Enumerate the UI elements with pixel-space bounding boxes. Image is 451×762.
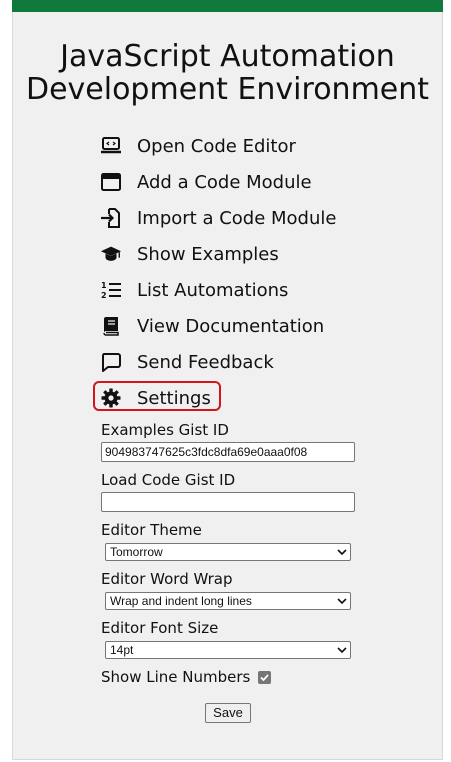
menu-item-label: Send Feedback — [137, 351, 274, 373]
editor-theme-value: Tomorrow — [110, 545, 163, 559]
title-line-2: Development Environment — [25, 72, 430, 107]
page-title: JavaScript Automation Development Enviro… — [12, 40, 443, 106]
word-wrap-group: Editor Word Wrap Wrap and indent long li… — [101, 569, 361, 610]
menu-item-send-feedback[interactable]: Send Feedback — [100, 344, 400, 380]
menu-item-label: Show Examples — [137, 243, 279, 265]
menu-item-label: Open Code Editor — [137, 135, 296, 157]
menu-item-add-code-module[interactable]: Add a Code Module — [100, 164, 400, 200]
menu-item-settings[interactable]: Settings — [93, 380, 400, 416]
editor-theme-select[interactable]: Tomorrow — [105, 543, 351, 561]
font-size-label: Editor Font Size — [101, 619, 219, 637]
chevron-down-icon — [337, 549, 347, 556]
chevron-down-icon — [337, 647, 347, 654]
title-line-1: JavaScript Automation — [60, 39, 395, 74]
save-button[interactable]: Save — [205, 703, 251, 723]
settings-highlight-outline — [93, 381, 221, 411]
menu-item-show-examples[interactable]: Show Examples — [100, 236, 400, 272]
menu-item-import-code-module[interactable]: Import a Code Module — [100, 200, 400, 236]
word-wrap-value: Wrap and indent long lines — [110, 594, 252, 608]
svg-text:2: 2 — [101, 291, 107, 300]
chevron-down-icon — [337, 598, 347, 605]
numbered-list-icon: 1 2 — [100, 279, 122, 301]
load-gist-group: Load Code Gist ID — [101, 470, 361, 512]
examples-gist-input[interactable] — [101, 442, 355, 462]
menu-item-label: List Automations — [137, 279, 289, 301]
menu-item-view-documentation[interactable]: View Documentation — [100, 308, 400, 344]
menu-item-label: View Documentation — [137, 315, 325, 337]
import-icon — [100, 207, 122, 229]
checkmark-icon — [260, 673, 270, 681]
top-accent-bar — [12, 0, 443, 12]
examples-gist-group: Examples Gist ID — [101, 420, 361, 462]
load-gist-input[interactable] — [101, 492, 355, 512]
word-wrap-select[interactable]: Wrap and indent long lines — [105, 592, 351, 610]
menu-item-label: Add a Code Module — [137, 171, 312, 193]
line-numbers-checkbox[interactable] — [258, 670, 272, 684]
font-size-select[interactable]: 14pt — [105, 641, 351, 659]
editor-theme-label: Editor Theme — [101, 521, 202, 539]
load-gist-label: Load Code Gist ID — [101, 471, 236, 489]
main-menu: Open Code Editor Add a Code Module Impor… — [93, 128, 400, 416]
svg-text:1: 1 — [101, 281, 107, 290]
line-numbers-row: Show Line Numbers — [101, 667, 361, 687]
graduation-cap-icon — [100, 243, 122, 265]
menu-item-list-automations[interactable]: 1 2 List Automations — [100, 272, 400, 308]
menu-item-label: Import a Code Module — [137, 207, 337, 229]
menu-item-open-code-editor[interactable]: Open Code Editor — [100, 128, 400, 164]
line-numbers-label: Show Line Numbers — [101, 668, 251, 686]
examples-gist-label: Examples Gist ID — [101, 421, 229, 439]
book-icon — [100, 315, 122, 337]
font-size-group: Editor Font Size 14pt — [101, 618, 361, 659]
word-wrap-label: Editor Word Wrap — [101, 570, 233, 588]
settings-form: Examples Gist ID Load Code Gist ID Edito… — [101, 420, 361, 687]
feedback-icon — [100, 351, 122, 373]
editor-theme-group: Editor Theme Tomorrow — [101, 520, 361, 561]
code-editor-icon — [100, 135, 122, 157]
window-icon — [100, 171, 122, 193]
font-size-value: 14pt — [110, 643, 134, 657]
